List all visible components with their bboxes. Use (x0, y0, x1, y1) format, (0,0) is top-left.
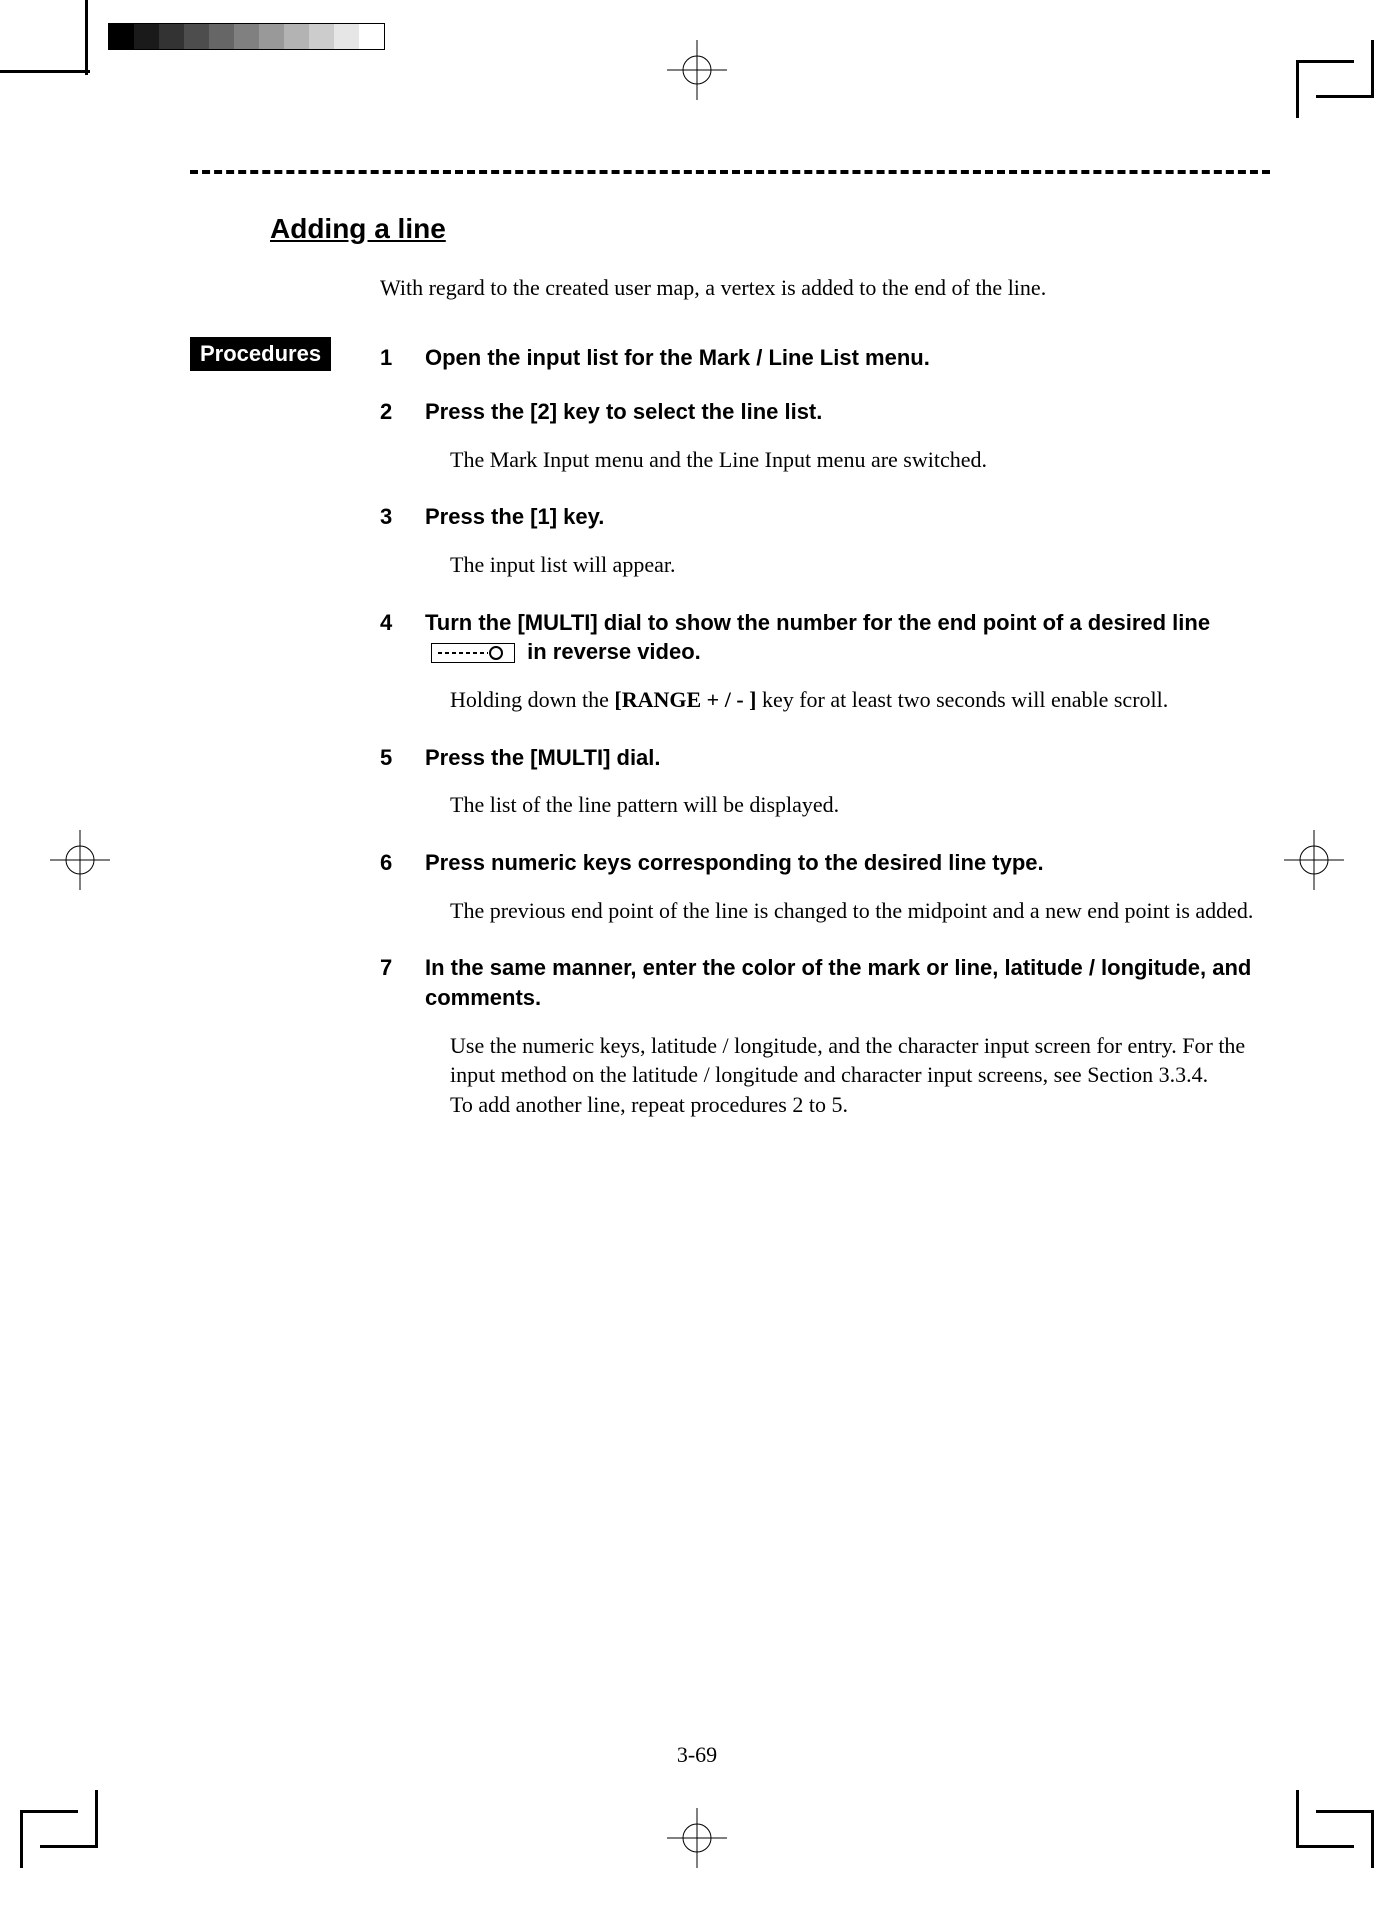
step-number: 4 (190, 608, 425, 737)
step-title: Turn the [MULTI] dial to show the number… (425, 608, 1270, 667)
step-number: 2 (190, 397, 425, 496)
page-content: Adding a line With regard to the created… (190, 210, 1270, 1148)
step-title: In the same manner, enter the color of t… (425, 953, 1270, 1012)
crop-mark (1316, 40, 1374, 98)
step-title-pre: Turn the [MULTI] dial to show the number… (425, 610, 1210, 635)
registration-mark-icon (1284, 830, 1344, 890)
procedure-step: 7 In the same manner, enter the color of… (190, 953, 1270, 1141)
registration-mark-icon (50, 830, 110, 890)
step-title: Press numeric keys corresponding to the … (425, 848, 1270, 878)
step-number: 3 (190, 502, 425, 601)
crop-mark (20, 1810, 78, 1868)
procedure-step: 5 Press the [MULTI] dial. The list of th… (190, 743, 1270, 842)
step-note-pre: Holding down the (450, 687, 614, 712)
step-note: The previous end point of the line is ch… (450, 896, 1270, 926)
procedure-step: 1 Open the input list for the Mark / Lin… (190, 343, 1270, 391)
step-note: The input list will appear. (450, 550, 1270, 580)
step-number: 5 (190, 743, 425, 842)
line-pattern-icon (431, 643, 515, 663)
section-title: Adding a line (270, 210, 1270, 248)
crop-mark (0, 70, 90, 73)
registration-mark-icon (667, 1808, 727, 1868)
step-number: 6 (190, 848, 425, 947)
registration-mark-icon (667, 40, 727, 100)
procedure-step: 2 Press the [2] key to select the line l… (190, 397, 1270, 496)
crop-mark (1316, 1810, 1374, 1868)
procedure-step: 6 Press numeric keys corresponding to th… (190, 848, 1270, 947)
step-title: Press the [MULTI] dial. (425, 743, 1270, 773)
procedure-step: 4 Turn the [MULTI] dial to show the numb… (190, 608, 1270, 737)
range-key-label: [RANGE + / - ] (614, 687, 756, 712)
step-title: Press the [2] key to select the line lis… (425, 397, 1270, 427)
step-note: Use the numeric keys, latitude / longitu… (450, 1031, 1270, 1120)
grayscale-calibration-bar (108, 23, 385, 50)
step-title-post: in reverse video. (527, 639, 701, 664)
procedure-step: 3 Press the [1] key. The input list will… (190, 502, 1270, 601)
section-rule (190, 170, 1270, 174)
step-number: 1 (190, 343, 425, 391)
step-note: The Mark Input menu and the Line Input m… (450, 445, 1270, 475)
step-title: Press the [1] key. (425, 502, 1270, 532)
step-note-post: key for at least two seconds will enable… (756, 687, 1168, 712)
step-note: Holding down the [RANGE + / - ] key for … (450, 685, 1270, 715)
step-note: The list of the line pattern will be dis… (450, 790, 1270, 820)
step-title: Open the input list for the Mark / Line … (425, 343, 1270, 373)
intro-paragraph: With regard to the created user map, a v… (380, 273, 1270, 303)
crop-mark (85, 0, 88, 75)
page-number: 3-69 (677, 1742, 717, 1768)
step-number: 7 (190, 953, 425, 1141)
